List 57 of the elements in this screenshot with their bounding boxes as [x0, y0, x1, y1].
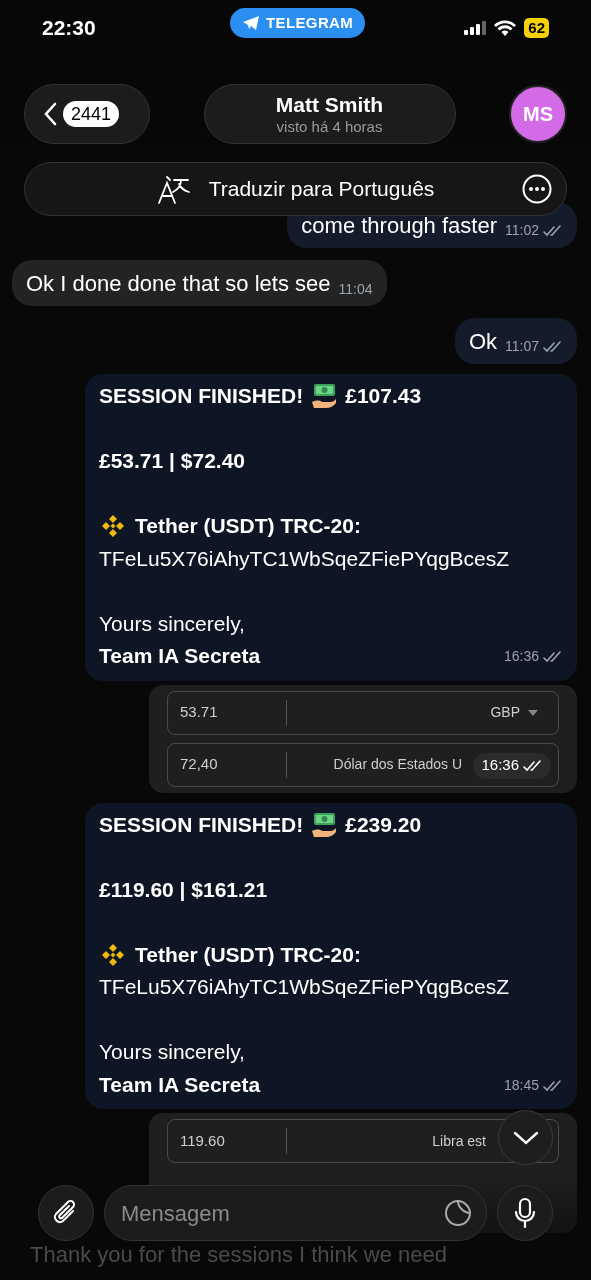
amount-text: 119.60 — [180, 1130, 226, 1151]
message-time: 16:36 — [503, 647, 539, 666]
session-total: £239.20 — [345, 811, 422, 838]
currency-text: GBP — [490, 703, 520, 722]
sticker-icon[interactable] — [444, 1199, 472, 1227]
converter-field[interactable]: 53.71 GBP — [167, 690, 559, 735]
money-hand-icon — [311, 382, 338, 411]
signature-text: Team IA Secreta — [99, 643, 261, 669]
read-ticks-icon — [523, 760, 543, 773]
background-message-text: Thank you for the sessions I think we need — [30, 1241, 447, 1269]
read-ticks-icon — [543, 340, 563, 353]
contact-name: Matt Smith — [275, 92, 384, 118]
paper-plane-icon — [242, 15, 260, 31]
wifi-icon — [494, 20, 517, 36]
last-seen-text: visto há 4 horas — [276, 118, 383, 136]
money-hand-icon — [311, 810, 338, 839]
battery-indicator: 62 — [524, 18, 549, 38]
message-input[interactable]: Mensagem — [121, 1196, 444, 1230]
session-total: £107.43 — [345, 383, 422, 409]
session-amounts: £53.71 | $72.40 — [99, 448, 246, 474]
amount-text: 53.71 — [180, 702, 219, 723]
session-title: SESSION FINISHED! — [99, 383, 304, 409]
chevron-down-icon — [512, 1130, 539, 1145]
signal-icon — [464, 21, 487, 35]
more-icon[interactable] — [522, 174, 552, 204]
read-ticks-icon — [543, 1079, 563, 1092]
translate-bar[interactable]: Traduzir para Português — [24, 162, 567, 216]
closing-text: Yours sincerely, — [99, 610, 246, 637]
message-time: 11:02 — [505, 220, 539, 240]
composer-bar[interactable]: Mensagem — [104, 1185, 487, 1241]
chat-title-pill[interactable]: Matt Smith visto há 4 horas — [203, 84, 456, 144]
read-ticks-icon — [543, 651, 563, 664]
read-ticks-icon — [543, 224, 563, 237]
currency-text: Dólar dos Estados U — [333, 755, 462, 774]
message-time: 11:04 — [338, 280, 373, 299]
message-time: 18:45 — [503, 1075, 539, 1095]
currency-text: Libra est — [432, 1131, 486, 1151]
message-text: Ok — [468, 327, 497, 356]
session-title: SESSION FINISHED! — [99, 811, 304, 838]
status-time: 22:30 — [42, 15, 96, 42]
closing-text: Yours sincerely, — [99, 1039, 246, 1065]
signature-text: Team IA Secreta — [99, 1071, 261, 1098]
session-amounts: £119.60 | $161.21 — [99, 876, 269, 903]
network-label: Tether (USDT) TRC-20: — [135, 513, 361, 539]
unread-count-badge: 2441 — [63, 101, 120, 127]
wallet-address: TFeLu5X76iAhyTC1WbSqeZFiePYqgBcesZ — [99, 545, 511, 572]
amount-text: 72,40 — [180, 754, 219, 775]
message-time: 11:07 — [505, 336, 539, 356]
translate-icon — [156, 174, 191, 204]
message-text: Ok I done done that so lets see — [26, 269, 331, 298]
back-chevron-icon — [43, 102, 57, 126]
back-button[interactable]: 2441 — [24, 84, 150, 144]
attach-button[interactable] — [38, 1185, 94, 1241]
message-time: 16:36 — [481, 755, 519, 776]
wallet-address: TFeLu5X76iAhyTC1WbSqeZFiePYqgBcesZ — [99, 974, 511, 1000]
microphone-icon — [514, 1197, 536, 1229]
network-label: Tether (USDT) TRC-20: — [135, 941, 361, 968]
